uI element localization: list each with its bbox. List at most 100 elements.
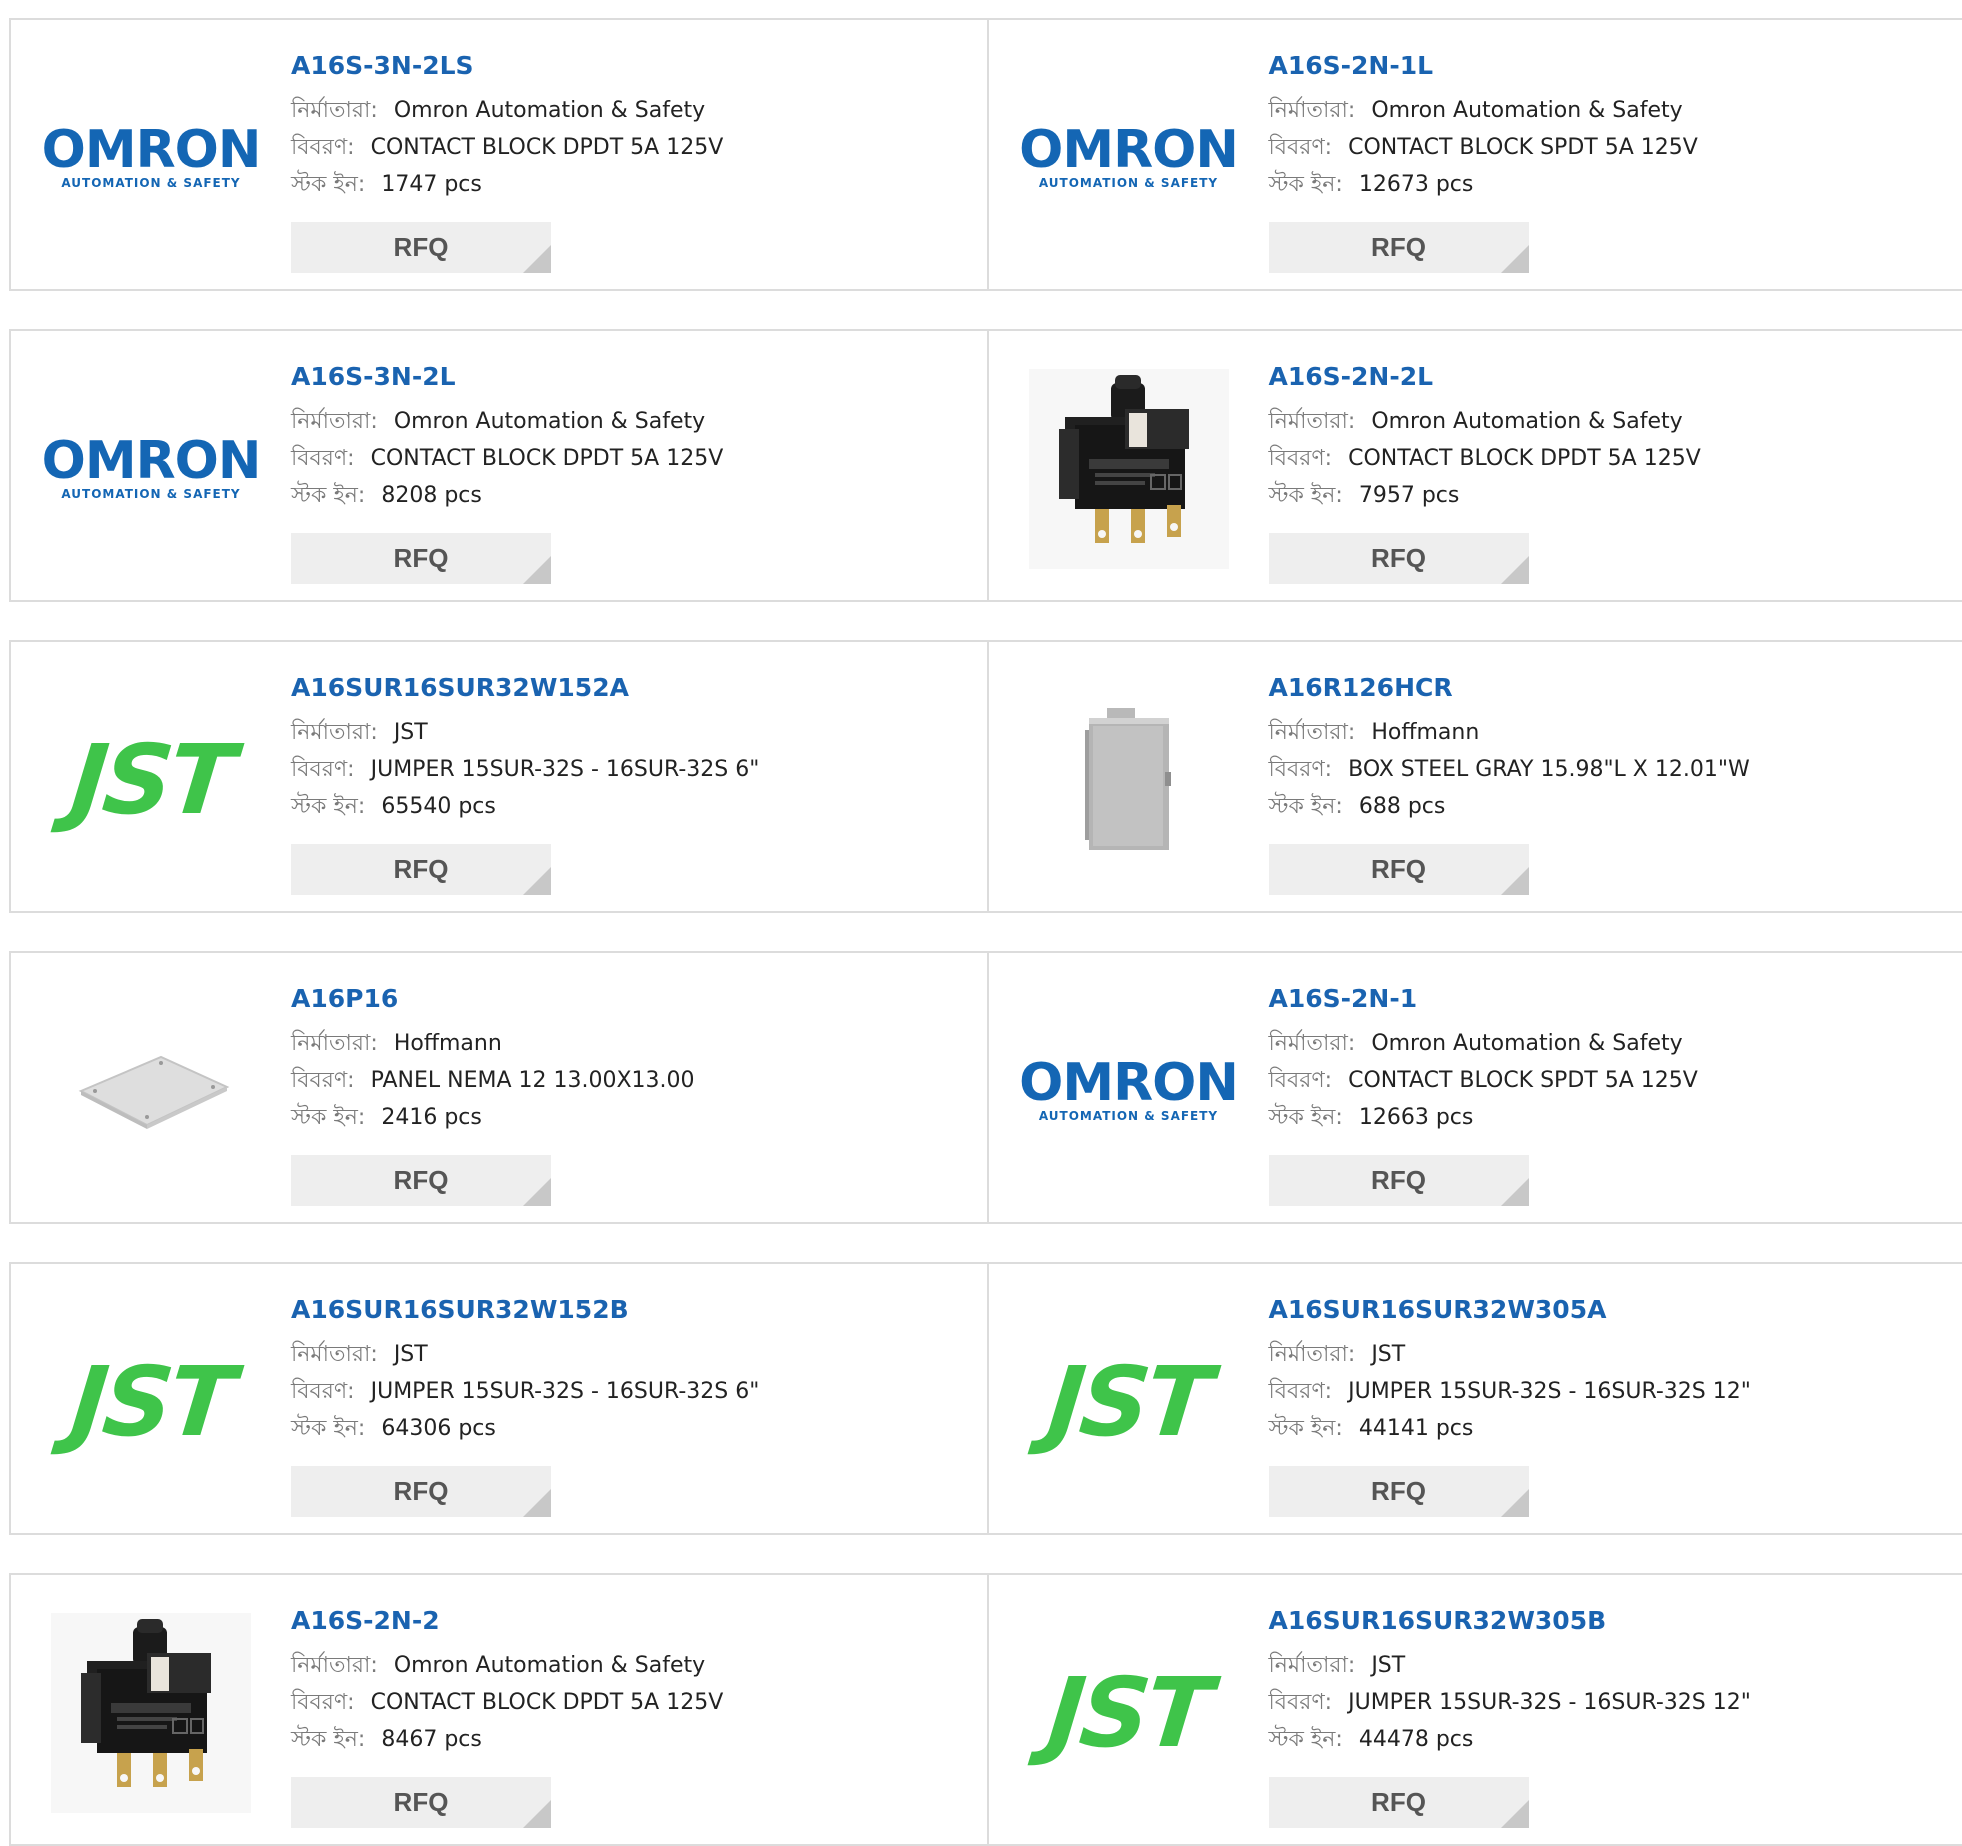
product-name-link[interactable]: A16S-2N-2L	[1269, 359, 1701, 395]
product-name-link[interactable]: A16S-3N-2LS	[291, 48, 723, 84]
description-line: বিবরণ:JUMPER 15SUR-32S - 16SUR-32S 12"	[1269, 1684, 1751, 1721]
rfq-button[interactable]: RFQ	[291, 1777, 551, 1828]
product-info: A16S-3N-2LS নির্মাতারা:Omron Automation …	[291, 48, 723, 203]
rfq-button[interactable]: RFQ	[1269, 1466, 1529, 1517]
product-info: A16SUR16SUR32W305A নির্মাতারা:JST বিবরণ:…	[1269, 1292, 1751, 1447]
product-image[interactable]: OMRON AUTOMATION & SAFETY	[1029, 58, 1229, 258]
manufacturer-label: নির্মাতারা:	[291, 409, 378, 434]
button-corner-decoration	[523, 556, 551, 584]
manufacturer-value: Omron Automation & Safety	[394, 1653, 705, 1678]
manufacturer-value: Hoffmann	[1371, 720, 1479, 745]
product-image[interactable]	[51, 991, 251, 1191]
button-corner-decoration	[1501, 245, 1529, 273]
stock-label: স্টক ইন:	[1269, 794, 1343, 819]
manufacturer-line: নির্মাতারা:JST	[291, 1336, 759, 1373]
rfq-button[interactable]: RFQ	[1269, 1777, 1529, 1828]
rfq-button[interactable]: RFQ	[291, 844, 551, 895]
product-image[interactable]	[1029, 680, 1229, 880]
product-image[interactable]: JST	[51, 680, 251, 880]
rfq-label: RFQ	[394, 1787, 449, 1817]
product-image[interactable]: JST	[51, 1302, 251, 1502]
description-label: বিবরণ:	[1269, 757, 1333, 782]
stock-line: স্টক ইন:12663 pcs	[1269, 1099, 1698, 1136]
omron-logo: OMRON AUTOMATION & SAFETY	[42, 126, 261, 190]
stock-value: 44141 pcs	[1359, 1416, 1474, 1441]
rfq-button[interactable]: RFQ	[1269, 1155, 1529, 1206]
rfq-label: RFQ	[394, 1476, 449, 1506]
stock-line: স্টক ইন:65540 pcs	[291, 788, 759, 825]
product-card: OMRON AUTOMATION & SAFETY A16S-2N-1 নির্…	[987, 953, 1962, 1222]
omron-logo-tagline: AUTOMATION & SAFETY	[61, 487, 240, 501]
product-image[interactable]: OMRON AUTOMATION & SAFETY	[51, 58, 251, 258]
product-info: A16S-2N-2L নির্মাতারা:Omron Automation &…	[1269, 359, 1701, 514]
manufacturer-line: নির্মাতারা:Omron Automation & Safety	[291, 403, 723, 440]
rfq-button[interactable]: RFQ	[1269, 533, 1529, 584]
product-info: A16SUR16SUR32W152A নির্মাতারা:JST বিবরণ:…	[291, 670, 759, 825]
stock-value: 8208 pcs	[381, 483, 482, 508]
manufacturer-line: নির্মাতারা:Hoffmann	[291, 1025, 695, 1062]
product-image[interactable]: OMRON AUTOMATION & SAFETY	[51, 369, 251, 569]
stock-label: স্টক ইন:	[1269, 172, 1343, 197]
rfq-button[interactable]: RFQ	[291, 1155, 551, 1206]
button-corner-decoration	[1501, 1800, 1529, 1828]
stock-label: স্টক ইন:	[291, 1105, 365, 1130]
manufacturer-line: নির্মাতারা:Omron Automation & Safety	[291, 1647, 723, 1684]
product-name-link[interactable]: A16R126HCR	[1269, 670, 1750, 706]
product-image[interactable]: OMRON AUTOMATION & SAFETY	[1029, 991, 1229, 1191]
product-info: A16R126HCR নির্মাতারা:Hoffmann বিবরণ:BOX…	[1269, 670, 1750, 825]
product-name-link[interactable]: A16S-2N-1	[1269, 981, 1698, 1017]
product-info: A16SUR16SUR32W305B নির্মাতারা:JST বিবরণ:…	[1269, 1603, 1751, 1758]
manufacturer-line: নির্মাতারা:Hoffmann	[1269, 714, 1750, 751]
product-info: A16P16 নির্মাতারা:Hoffmann বিবরণ: PANEL N…	[291, 981, 695, 1136]
product-name-link[interactable]: A16SUR16SUR32W152A	[291, 670, 759, 706]
product-name-link[interactable]: A16SUR16SUR32W305B	[1269, 1603, 1751, 1639]
rfq-label: RFQ	[394, 543, 449, 573]
manufacturer-value: Omron Automation & Safety	[1371, 409, 1682, 434]
omron-logo-tagline: AUTOMATION & SAFETY	[1039, 1109, 1218, 1123]
description-label: বিবরণ:	[1269, 1690, 1333, 1715]
button-corner-decoration	[523, 245, 551, 273]
product-image[interactable]: JST	[1029, 1302, 1229, 1502]
rfq-button[interactable]: RFQ	[291, 533, 551, 584]
product-image[interactable]	[51, 1613, 251, 1813]
product-name-link[interactable]: A16SUR16SUR32W152B	[291, 1292, 759, 1328]
stock-line: স্টক ইন:44478 pcs	[1269, 1721, 1751, 1758]
product-name-link[interactable]: A16S-3N-2L	[291, 359, 723, 395]
description-label: বিবরণ:	[291, 757, 355, 782]
description-value: PANEL NEMA 12 13.00X13.00	[371, 1068, 695, 1093]
description-line: বিবরণ:CONTACT BLOCK DPDT 5A 125V	[291, 1684, 723, 1721]
description-value: CONTACT BLOCK DPDT 5A 125V	[1348, 446, 1701, 471]
product-image[interactable]: JST	[1029, 1613, 1229, 1813]
stock-value: 7957 pcs	[1359, 483, 1460, 508]
rfq-button[interactable]: RFQ	[1269, 222, 1529, 273]
omron-logo-word: OMRON	[1019, 1059, 1238, 1107]
description-line: বিবরণ: JUMPER 15SUR-32S - 16SUR-32S 6"	[291, 751, 759, 788]
rfq-button[interactable]: RFQ	[291, 222, 551, 273]
button-corner-decoration	[523, 1489, 551, 1517]
product-name-link[interactable]: A16SUR16SUR32W305A	[1269, 1292, 1751, 1328]
description-line: বিবরণ:CONTACT BLOCK DPDT 5A 125V	[291, 440, 723, 477]
button-corner-decoration	[1501, 1489, 1529, 1517]
rfq-button[interactable]: RFQ	[1269, 844, 1529, 895]
manufacturer-label: নির্মাতারা:	[291, 98, 378, 123]
description-value: JUMPER 15SUR-32S - 16SUR-32S 6"	[371, 757, 760, 782]
manufacturer-label: নির্মাতারা:	[1269, 1653, 1356, 1678]
product-image[interactable]	[1029, 369, 1229, 569]
description-label: বিবরণ:	[291, 1068, 355, 1093]
product-name-link[interactable]: A16S-2N-2	[291, 1603, 723, 1639]
product-card: OMRON AUTOMATION & SAFETY A16S-3N-2LS নি…	[11, 20, 987, 289]
description-value: CONTACT BLOCK SPDT 5A 125V	[1348, 1068, 1698, 1093]
description-value: CONTACT BLOCK DPDT 5A 125V	[371, 446, 724, 471]
product-name-link[interactable]: A16P16	[291, 981, 695, 1017]
rfq-button[interactable]: RFQ	[291, 1466, 551, 1517]
rfq-label: RFQ	[1371, 1165, 1426, 1195]
stock-label: স্টক ইন:	[291, 172, 365, 197]
stock-line: স্টক ইন:688 pcs	[1269, 788, 1750, 825]
description-label: বিবরণ:	[1269, 1068, 1333, 1093]
product-card: A16S-2N-2 নির্মাতারা:Omron Automation & …	[11, 1575, 987, 1844]
product-card: A16R126HCR নির্মাতারা:Hoffmann বিবরণ:BOX…	[987, 642, 1962, 911]
manufacturer-value: Omron Automation & Safety	[1371, 1031, 1682, 1056]
omron-logo: OMRON AUTOMATION & SAFETY	[1019, 1059, 1238, 1123]
contact-block-photo	[51, 1613, 251, 1813]
product-name-link[interactable]: A16S-2N-1L	[1269, 48, 1698, 84]
